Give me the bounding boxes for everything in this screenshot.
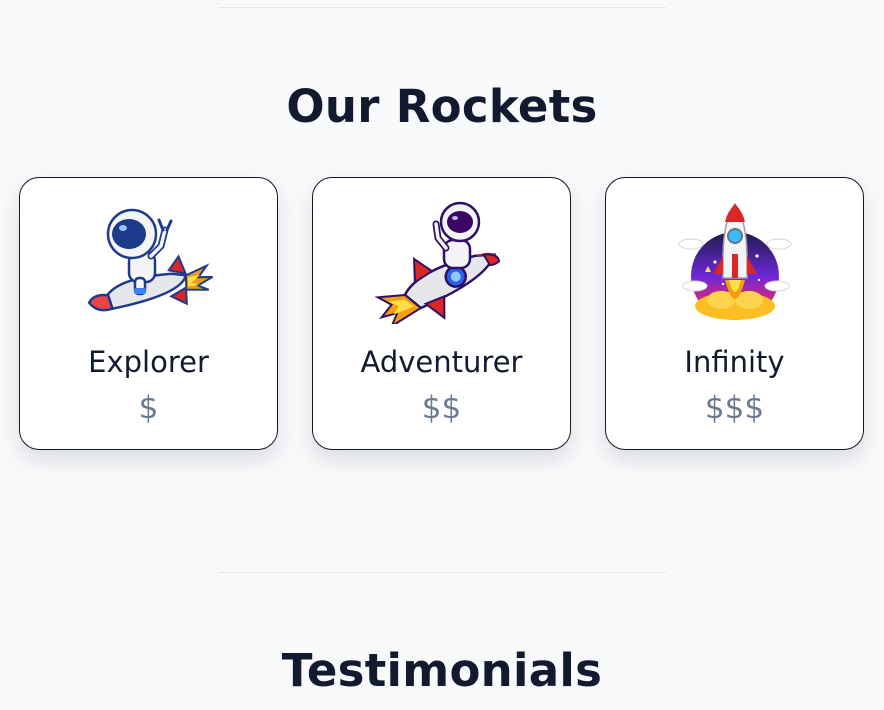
- rockets-section-title: Our Rockets: [286, 80, 598, 133]
- rocket-card-infinity[interactable]: Infinity $$$: [605, 177, 864, 450]
- rocket-card-adventurer[interactable]: Adventurer $$: [312, 177, 571, 450]
- rocket-price: $$$: [704, 390, 765, 426]
- astronaut-riding-rocket-icon: [79, 200, 219, 324]
- section-divider-top: [218, 7, 666, 8]
- testimonials-section-title: Testimonials: [281, 644, 603, 697]
- rocket-name: Adventurer: [360, 345, 523, 379]
- rocket-price: $: [138, 390, 159, 426]
- rocket-card-explorer[interactable]: Explorer $: [19, 177, 278, 450]
- astronaut-waving-on-rocket-icon: [372, 200, 512, 324]
- rocket-name: Infinity: [684, 345, 785, 379]
- section-divider-middle: [218, 572, 666, 573]
- rocket-price: $$: [421, 390, 462, 426]
- rocket-launch-icon: [665, 200, 805, 324]
- rocket-name: Explorer: [88, 345, 209, 379]
